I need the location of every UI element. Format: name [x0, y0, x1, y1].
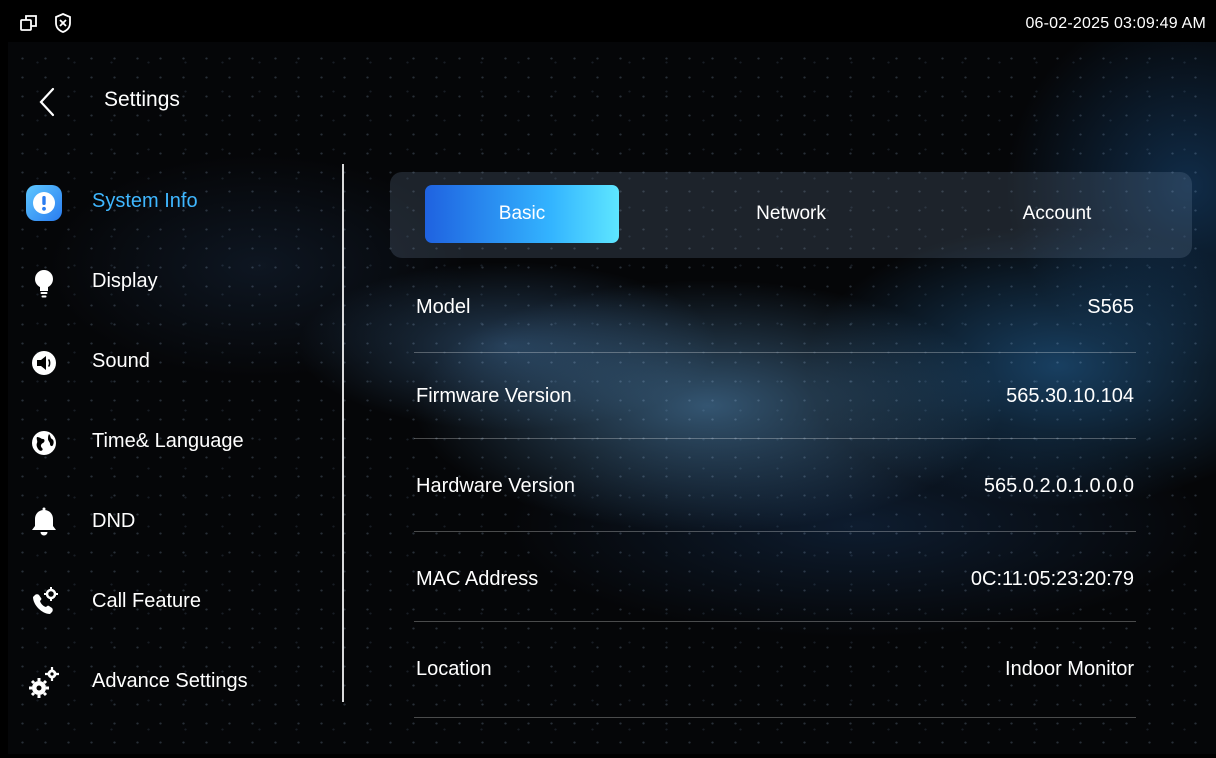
- sidebar-item-label: Sound: [92, 350, 150, 372]
- screen: 06-02-2025 03:09:49 AM Settings System I…: [8, 6, 1216, 754]
- info-row-firmware: Firmware Version 565.30.10.104: [414, 353, 1136, 439]
- sidebar-item-label: DND: [92, 510, 136, 532]
- sidebar-item-system-info[interactable]: System Info: [8, 172, 338, 232]
- status-datetime: 06-02-2025 03:09:49 AM: [1025, 15, 1206, 32]
- info-row-mac: MAC Address 0C:11:05:23:20:79: [414, 532, 1136, 622]
- sidebar-divider: [342, 164, 344, 702]
- status-bar: 06-02-2025 03:09:49 AM: [8, 6, 1216, 42]
- sidebar-item-sound[interactable]: Sound: [8, 332, 338, 392]
- lightbulb-icon: [24, 263, 64, 303]
- info-label: Location: [416, 658, 492, 680]
- page-title: Settings: [104, 88, 180, 111]
- sidebar-item-display[interactable]: Display: [8, 252, 338, 312]
- info-value: Indoor Monitor: [1005, 658, 1134, 680]
- sidebar-item-label: Advance Settings: [92, 670, 248, 692]
- info-value: 565.0.2.0.1.0.0.0: [983, 475, 1134, 497]
- sidebar-item-call-feature[interactable]: Call Feature: [8, 572, 338, 632]
- sidebar-item-dnd[interactable]: DND: [8, 492, 338, 552]
- info-label: Hardware Version: [416, 475, 575, 497]
- info-value: 565.30.10.104: [1006, 385, 1134, 407]
- chevron-left-icon: [39, 87, 55, 117]
- sidebar-item-label: Display: [92, 270, 158, 292]
- gears-icon: [24, 663, 64, 703]
- info-label: MAC Address: [416, 568, 539, 590]
- info-value: 0C:11:05:23:20:79: [970, 568, 1134, 590]
- phone-gear-icon: [24, 583, 64, 623]
- info-row-model: Model S565: [414, 258, 1136, 353]
- basic-info-list: Model S565 Firmware Version 565.30.10.10…: [414, 258, 1136, 718]
- info-value: S565: [1087, 296, 1134, 318]
- sidebar-item-label: Call Feature: [92, 590, 201, 612]
- info-icon: [24, 183, 64, 223]
- tab-network[interactable]: Network: [694, 185, 888, 243]
- back-button[interactable]: [34, 84, 64, 120]
- speaker-icon: [24, 343, 64, 383]
- info-label: Firmware Version: [416, 385, 572, 407]
- sidebar: System Info Display Sound Time& Language…: [8, 166, 343, 711]
- info-row-location: Location Indoor Monitor: [414, 622, 1136, 718]
- bell-icon: [24, 503, 64, 543]
- shield-x-icon: [52, 12, 74, 34]
- globe-icon: [24, 423, 64, 463]
- tab-basic[interactable]: Basic: [425, 185, 619, 243]
- tab-bar: Basic Network Account: [390, 172, 1192, 258]
- tab-account[interactable]: Account: [960, 185, 1154, 243]
- sidebar-item-advance-settings[interactable]: Advance Settings: [8, 652, 338, 712]
- sidebar-item-label: Time& Language: [92, 430, 244, 452]
- info-label: Model: [416, 296, 471, 318]
- sidebar-item-label: System Info: [92, 190, 198, 212]
- sidebar-item-time-language[interactable]: Time& Language: [8, 412, 338, 472]
- info-row-hardware: Hardware Version 565.0.2.0.1.0.0.0: [414, 439, 1136, 532]
- window-icon: [18, 12, 40, 34]
